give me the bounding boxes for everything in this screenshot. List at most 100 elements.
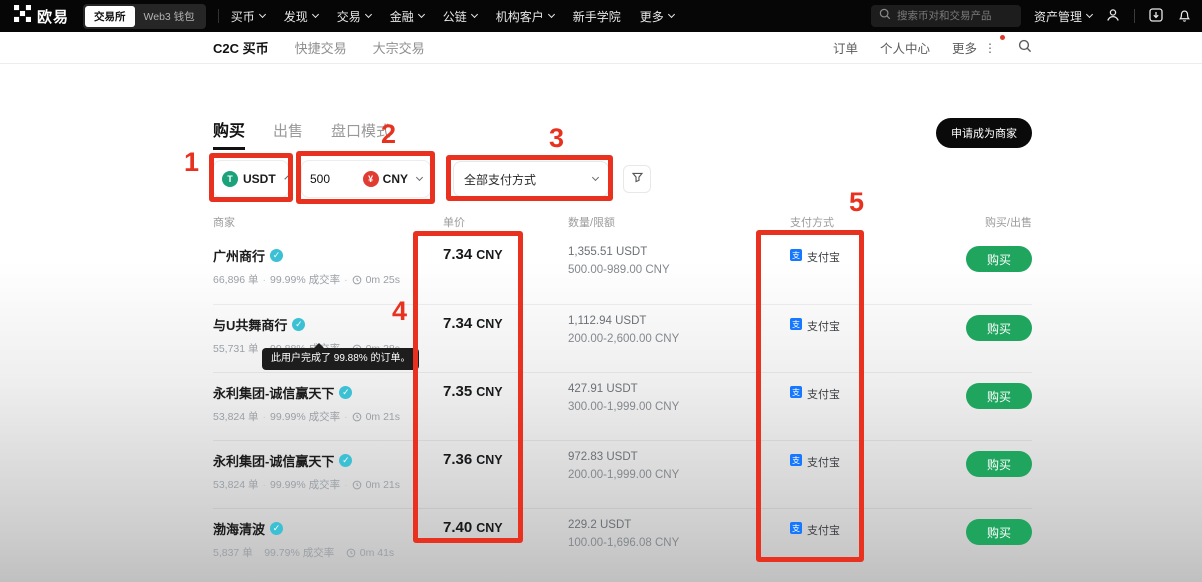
merchant-cell: 与U共舞商行 ✓ 55,731 单 · 99.88% 成交率 · 0m 38s … (213, 315, 443, 372)
become-merchant-button[interactable]: 申请成为商家 (936, 118, 1032, 148)
payment-cell: 支 支付宝 (790, 383, 965, 440)
chevron-down-icon (548, 10, 555, 17)
notification-dot (1000, 35, 1005, 40)
search-icon (1018, 39, 1032, 56)
cny-coin-icon: ¥ (363, 171, 379, 187)
buy-button[interactable]: 购买 (966, 383, 1032, 409)
menu-buy-crypto[interactable]: 买币 (231, 8, 265, 25)
offer-row: 广州商行 ✓ 66,896 单 · 99.99% 成交率 · 0m 25s 7.… (213, 236, 1032, 304)
buy-button[interactable]: 购买 (966, 451, 1032, 477)
tab-orderbook-mode[interactable]: 盘口模式 (331, 120, 391, 150)
notifications-button[interactable] (1177, 7, 1192, 26)
user-icon (1105, 7, 1121, 26)
global-search[interactable] (871, 5, 1021, 27)
quantity-limit-cell: 972.83 USDT 200.00-1,999.00 CNY (568, 451, 790, 508)
chevron-down-icon (365, 10, 372, 17)
order-limit: 100.00-1,696.08 CNY (568, 537, 790, 549)
primary-menu: 买币 发现 交易 金融 公链 机构客户 新手学院 更多 (231, 8, 674, 25)
buy-button[interactable]: 购买 (966, 246, 1032, 272)
menu-chain[interactable]: 公链 (443, 8, 477, 25)
menu-discover[interactable]: 发现 (284, 8, 318, 25)
subnav-search-button[interactable] (1018, 39, 1032, 56)
quantity-limit-cell: 1,355.51 USDT 500.00-989.00 CNY (568, 246, 790, 304)
merchant-stats: 53,824 单 · 99.99% 成交率 · 0m 21s (213, 477, 443, 492)
offers-table-header: 商家 单价 数量/限额 支付方式 购买/出售 (213, 214, 1032, 230)
verified-badge-icon: ✓ (270, 522, 283, 535)
header-buy-sell: 购买/出售 (965, 214, 1032, 230)
merchant-stats: 66,896 单 · 99.99% 成交率 · 0m 25s (213, 272, 443, 287)
merchant-name[interactable]: 永利集团-诚信赢天下 (213, 383, 334, 402)
buy-sell-tabs: 购买 出售 盘口模式 申请成为商家 (213, 118, 1032, 150)
clock-icon (352, 412, 362, 422)
fiat-select[interactable]: ¥ CNY (363, 171, 422, 187)
menu-institutions[interactable]: 机构客户 (496, 8, 554, 25)
available-amount: 427.91 USDT (568, 383, 790, 395)
orders-link[interactable]: 订单 (833, 38, 858, 57)
amount-filter[interactable]: ¥ CNY (301, 160, 431, 198)
alipay-icon: 支 (790, 522, 802, 534)
payment-cell: 支 支付宝 (790, 246, 965, 304)
completion-tooltip: 此用户完成了 99.88% 的订单。 (262, 348, 419, 370)
advanced-filter-button[interactable] (623, 165, 651, 193)
buy-button[interactable]: 购买 (966, 519, 1032, 545)
c2c-market-panel: 购买 出售 盘口模式 申请成为商家 T USDT ¥ CNY 全部支付方式 (213, 64, 1032, 576)
merchant-name[interactable]: 广州商行 (213, 246, 265, 265)
tab-block-trade[interactable]: 大宗交易 (373, 38, 425, 57)
order-limit: 300.00-1,999.00 CNY (568, 401, 790, 413)
tab-sell[interactable]: 出售 (273, 120, 303, 150)
payment-select-value: 全部支付方式 (464, 171, 536, 188)
exchange-mode-button[interactable]: 交易所 (85, 6, 135, 27)
menu-more[interactable]: 更多 (640, 8, 674, 25)
clock-icon (352, 480, 362, 490)
payment-method: 支付宝 (807, 318, 840, 334)
available-amount: 972.83 USDT (568, 451, 790, 463)
divider (1134, 9, 1135, 23)
chevron-down-icon (592, 173, 599, 180)
verified-badge-icon: ✓ (339, 386, 352, 399)
price-cell: 7.40CNY (443, 519, 568, 576)
assets-menu[interactable]: 资产管理 (1034, 8, 1092, 25)
price-currency: CNY (476, 385, 502, 399)
header-price: 单价 (443, 214, 568, 230)
chevron-down-icon (416, 173, 423, 180)
tab-c2c-buy[interactable]: C2C 买币 (213, 38, 269, 57)
action-cell: 购买 (965, 246, 1032, 304)
merchant-name[interactable]: 永利集团-诚信赢天下 (213, 451, 334, 470)
menu-finance[interactable]: 金融 (390, 8, 424, 25)
chevron-down-icon (1086, 10, 1093, 17)
merchant-name[interactable]: 渤海清波 (213, 519, 265, 538)
offer-row: 永利集团-诚信赢天下 ✓ 53,824 单 · 99.99% 成交率 · 0m … (213, 372, 1032, 440)
menu-trade[interactable]: 交易 (337, 8, 371, 25)
more-link[interactable]: 更多 ⋮ (952, 38, 996, 57)
verified-badge-icon: ✓ (270, 249, 283, 262)
order-count: 66,896 单 (213, 272, 259, 287)
web3-mode-button[interactable]: Web3 钱包 (135, 6, 204, 27)
merchant-name[interactable]: 与U共舞商行 (213, 315, 287, 334)
price-value: 7.40 (443, 519, 472, 536)
user-account-button[interactable] (1105, 7, 1121, 26)
chevron-down-icon (284, 175, 288, 179)
offer-row: 渤海清波 ✓ 5,837 单 · 99.79% 成交率 · 0m 41s 7.4… (213, 508, 1032, 576)
clock-icon (352, 275, 362, 285)
payment-cell: 支 支付宝 (790, 315, 965, 372)
tab-express-trade[interactable]: 快捷交易 (295, 38, 347, 57)
amount-input[interactable] (310, 172, 356, 186)
download-app-button[interactable] (1148, 7, 1164, 26)
order-limit: 200.00-2,600.00 CNY (568, 333, 790, 345)
top-navigation-bar: 欧易 交易所 Web3 钱包 买币 发现 交易 金融 公链 机构客户 新手学院 … (0, 0, 1202, 32)
price-cell: 7.35CNY (443, 383, 568, 440)
alipay-icon: 支 (790, 454, 802, 466)
merchant-cell: 永利集团-诚信赢天下 ✓ 53,824 单 · 99.99% 成交率 · 0m … (213, 383, 443, 440)
crypto-select[interactable]: T USDT (213, 160, 289, 198)
mode-toggle: 交易所 Web3 钱包 (83, 4, 206, 29)
topbar-right-group: 资产管理 (871, 5, 1192, 27)
profile-link[interactable]: 个人中心 (880, 38, 930, 57)
payment-method-select[interactable]: 全部支付方式 (453, 161, 609, 197)
okx-logo[interactable]: 欧易 (14, 5, 69, 27)
tab-buy[interactable]: 购买 (213, 117, 245, 150)
menu-academy[interactable]: 新手学院 (573, 8, 621, 25)
offers-table-body: 广州商行 ✓ 66,896 单 · 99.99% 成交率 · 0m 25s 7.… (213, 236, 1032, 576)
search-input[interactable] (897, 10, 1013, 22)
payment-method: 支付宝 (807, 454, 840, 470)
buy-button[interactable]: 购买 (966, 315, 1032, 341)
